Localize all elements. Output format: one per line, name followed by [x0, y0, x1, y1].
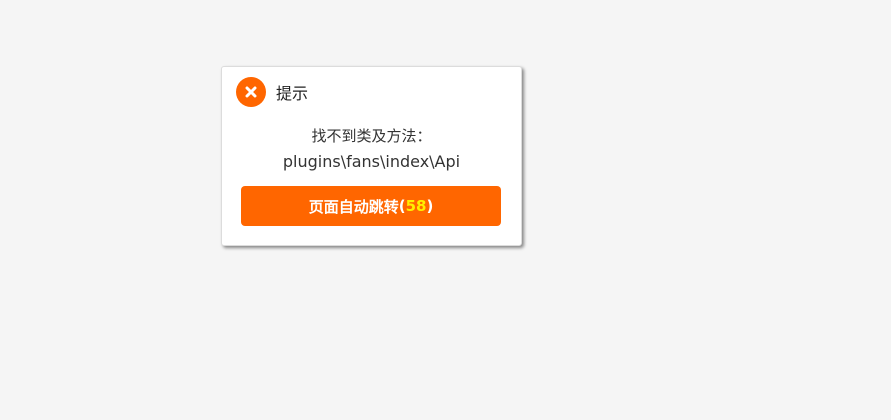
alert-dialog: 提示 找不到类及方法： plugins\fans\index\Api 页面自动跳…: [221, 66, 522, 246]
close-x-icon: [236, 77, 266, 107]
x-mark-icon: [245, 86, 257, 98]
dialog-title: 提示: [276, 84, 309, 103]
countdown-value: 58: [405, 197, 427, 215]
close-paren: ): [426, 197, 434, 215]
message-line-1: 找不到类及方法：: [311, 127, 432, 145]
dialog-message: 找不到类及方法： plugins\fans\index\Api: [222, 123, 521, 175]
redirect-button-label: 页面自动跳转: [308, 197, 399, 216]
dialog-header: 提示: [236, 77, 308, 107]
redirect-button[interactable]: 页面自动跳转(58): [241, 186, 501, 226]
message-line-2: plugins\fans\index\Api: [282, 152, 461, 171]
open-paren: (: [398, 197, 406, 215]
